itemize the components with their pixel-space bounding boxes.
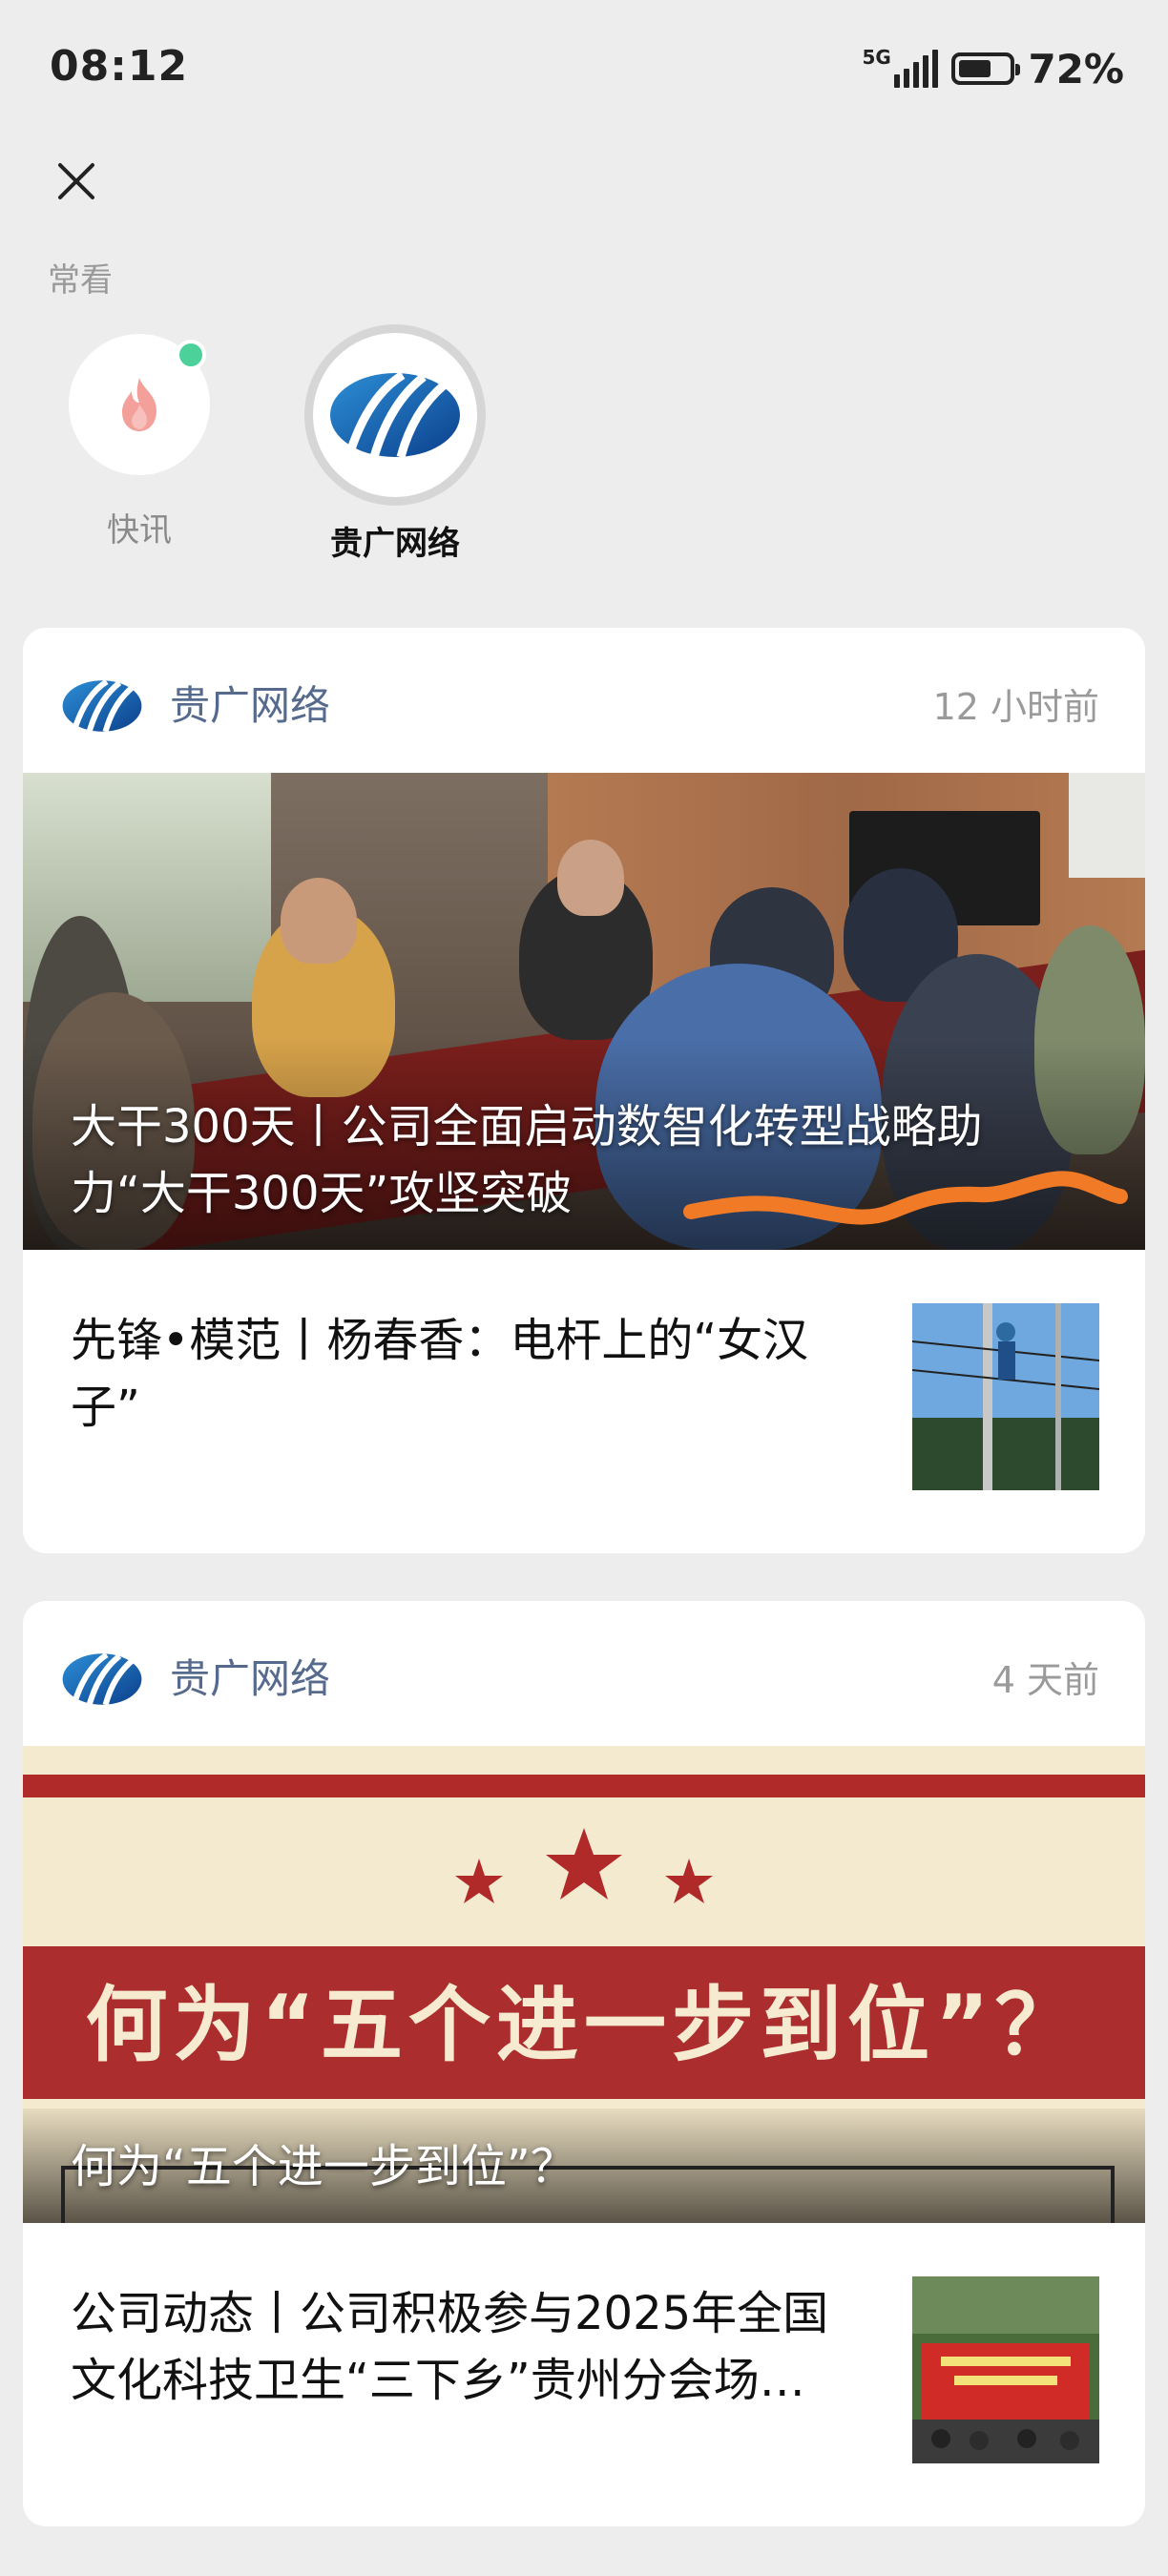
guiguang-logo-icon	[330, 371, 460, 459]
card-header[interactable]: 贵广网络 4 天前	[23, 1601, 1145, 1744]
guiguang-logo-icon	[62, 1652, 142, 1706]
article-card: 贵广网络 4 天前 何为“五个进一步到位”？ 何为“五个进一步到位”？ 公司动态…	[23, 1601, 1145, 2526]
article-card: 贵广网络 12 小时前 大干300天丨公司全面启动数智化转型战略助力“大干300…	[23, 628, 1145, 1553]
hero-article[interactable]: 何为“五个进一步到位”？ 何为“五个进一步到位”？	[23, 1746, 1145, 2223]
hero-article[interactable]: 大干300天丨公司全面启动数智化转型战略助力“大干300天”攻坚突破	[23, 773, 1145, 1250]
card-source-name: 贵广网络	[170, 1655, 331, 1702]
stars-icon	[455, 1828, 713, 1903]
flame-icon	[122, 378, 156, 431]
card-timestamp: 4 天前	[991, 1659, 1099, 1701]
hero-title: 大干300天丨公司全面启动数智化转型战略助力“大干300天”攻坚突破	[71, 1100, 983, 1220]
close-button[interactable]	[48, 153, 105, 210]
hero-title: 何为“五个进一步到位”？	[71, 2140, 576, 2193]
network-type-label: 5G	[862, 46, 891, 69]
sub-article-thumbnail	[912, 2276, 1099, 2463]
status-bar: 08:12 5G 72%	[0, 0, 1168, 134]
banner-text: 何为“五个进一步到位”？	[85, 1978, 1083, 2073]
frequent-section-label: 常看	[48, 261, 113, 300]
sub-article-title: 先锋•模范丨杨春香：电杆上的“女汉子”	[71, 1314, 809, 1434]
guiguang-logo-icon	[62, 679, 142, 733]
status-time: 08:12	[50, 42, 189, 91]
frequent-item-kuaixun[interactable]: 快讯	[44, 334, 235, 551]
battery-icon	[951, 52, 1021, 85]
cellular-signal-icon: 5G	[862, 46, 939, 88]
sub-article[interactable]: 先锋•模范丨杨春香：电杆上的“女汉子”	[23, 1250, 1145, 1553]
sub-article-thumbnail	[912, 1303, 1099, 1490]
sub-article-title: 公司动态丨公司积极参与2025年全国文化科技卫生“三下乡”贵州分会场…	[71, 2287, 829, 2407]
card-source-name: 贵广网络	[170, 682, 331, 729]
battery-percent: 72%	[1028, 45, 1124, 93]
guiguang-avatar	[313, 333, 477, 497]
card-header[interactable]: 贵广网络 12 小时前	[23, 628, 1145, 771]
status-indicators: 5G 72%	[862, 42, 1124, 95]
frequent-item-guiguang[interactable]: 贵广网络	[300, 324, 490, 564]
frequent-item-name: 贵广网络	[330, 525, 460, 563]
card-timestamp: 12 小时前	[932, 686, 1099, 728]
unread-dot	[176, 340, 206, 370]
sub-article[interactable]: 公司动态丨公司积极参与2025年全国文化科技卫生“三下乡”贵州分会场…	[23, 2223, 1145, 2526]
frequent-item-name: 快讯	[107, 511, 172, 550]
selected-ring	[304, 324, 486, 506]
kuaixun-avatar	[69, 334, 210, 475]
